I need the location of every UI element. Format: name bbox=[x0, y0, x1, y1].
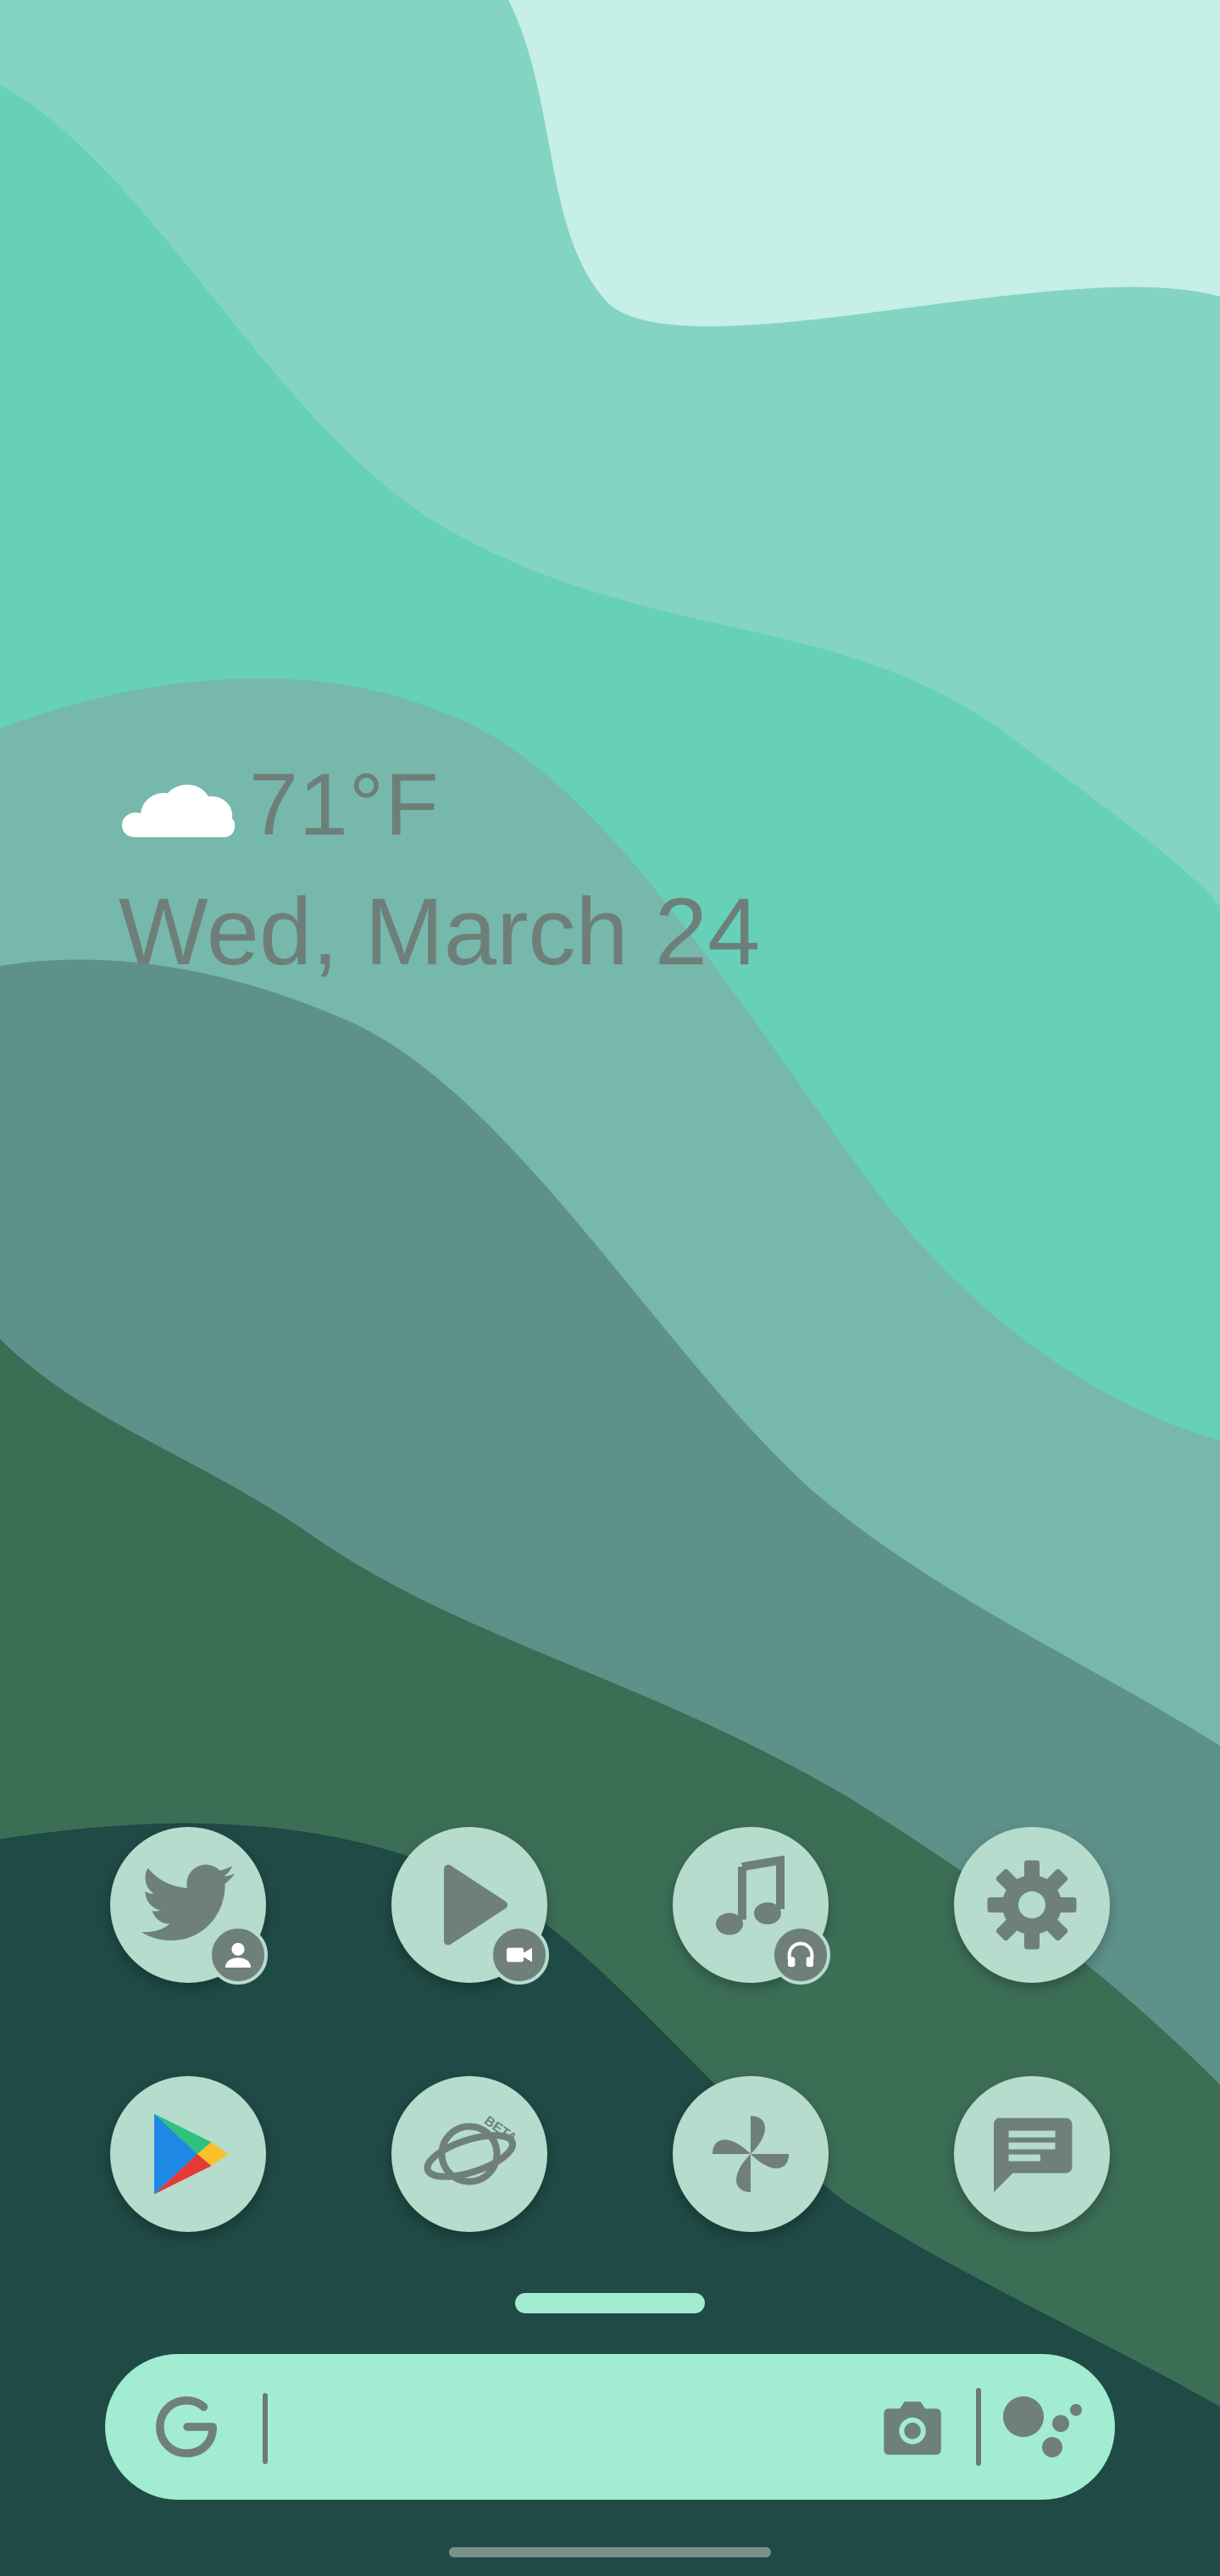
beta-label: BETA bbox=[481, 2113, 519, 2146]
person-icon bbox=[225, 1942, 251, 1968]
search-cursor bbox=[263, 2393, 268, 2464]
cloud-icon bbox=[122, 784, 236, 837]
date-text[interactable]: Wed, March 24 bbox=[119, 877, 760, 986]
google-play-icon bbox=[154, 2113, 229, 2195]
pinwheel-icon bbox=[713, 2116, 789, 2192]
gesture-navigation-bar[interactable] bbox=[449, 2547, 771, 2557]
app-drawer-handle[interactable] bbox=[515, 2293, 705, 2313]
planet-beta-icon: BETA bbox=[424, 2113, 519, 2185]
video-badge bbox=[490, 1925, 549, 1985]
headphones-badge bbox=[771, 1925, 830, 1985]
temperature[interactable]: 71°F bbox=[249, 755, 440, 856]
work-profile-badge bbox=[208, 1925, 268, 1985]
play-movies-app-icon[interactable] bbox=[391, 1827, 549, 1985]
search-divider bbox=[976, 2388, 981, 2466]
pinwheel-app-icon[interactable] bbox=[673, 2076, 829, 2232]
settings-app-icon[interactable] bbox=[954, 1827, 1110, 1983]
internet-beta-app-icon[interactable]: BETA bbox=[391, 2076, 547, 2232]
video-camera-icon bbox=[507, 1947, 532, 1963]
google-search-bar[interactable] bbox=[105, 2354, 1115, 2500]
camera-lens-icon[interactable] bbox=[874, 2390, 951, 2466]
search-input[interactable] bbox=[274, 2388, 786, 2468]
weather-widget[interactable]: 71°F bbox=[119, 746, 440, 864]
play-store-app-icon[interactable] bbox=[110, 2076, 266, 2232]
headphones-icon bbox=[787, 1941, 814, 1968]
music-app-icon[interactable] bbox=[673, 1827, 830, 1985]
gear-icon bbox=[987, 1860, 1077, 1950]
google-assistant-icon[interactable] bbox=[995, 2388, 1088, 2466]
message-icon bbox=[993, 2118, 1073, 2192]
google-g-icon[interactable] bbox=[149, 2390, 224, 2464]
messages-app-icon[interactable] bbox=[954, 2076, 1110, 2232]
twitter-app-icon[interactable] bbox=[110, 1827, 268, 1985]
